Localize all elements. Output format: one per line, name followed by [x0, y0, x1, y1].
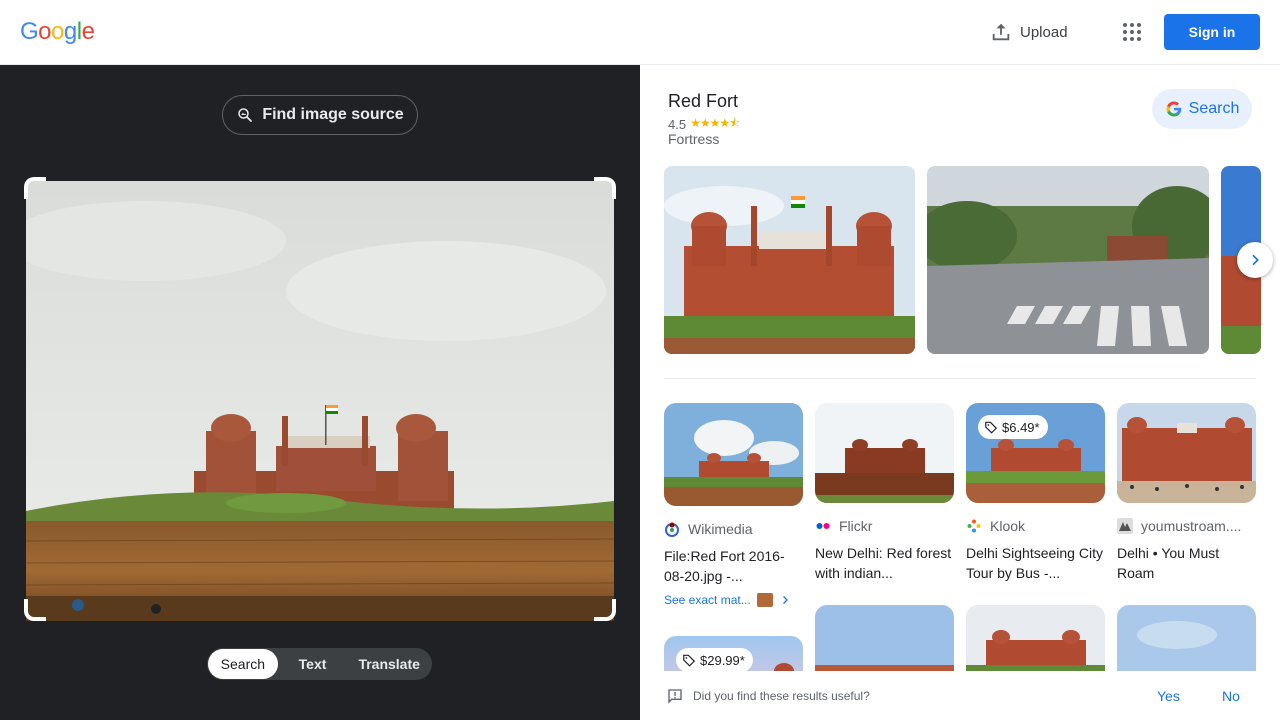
- entity-title[interactable]: Red Fort: [668, 91, 738, 112]
- crop-handle-bottom-right[interactable]: [594, 599, 616, 621]
- exact-match-thumbnail: [756, 593, 773, 607]
- result-thumbnail: $6.49*: [966, 403, 1105, 503]
- logo-letter: e: [81, 18, 95, 45]
- visual-match-card[interactable]: [815, 605, 954, 671]
- visual-match-card[interactable]: Wikimedia File:Red Fort 2016-08-20.jpg -…: [664, 403, 803, 607]
- visual-match-card[interactable]: [1117, 605, 1256, 671]
- result-thumbnail: [1117, 403, 1256, 503]
- result-thumbnail: [1117, 605, 1256, 671]
- result-title[interactable]: Delhi • You Must Roam: [1117, 543, 1256, 583]
- feedback-yes-button[interactable]: Yes: [1157, 688, 1180, 704]
- site-favicon-icon: [1117, 518, 1133, 534]
- result-thumbnail: [815, 605, 954, 671]
- result-title[interactable]: New Delhi: Red forest with indian...: [815, 543, 954, 583]
- result-thumbnail: [664, 403, 803, 506]
- price-value: $6.49*: [1002, 419, 1040, 435]
- result-source: Klook: [966, 517, 1105, 535]
- tab-translate[interactable]: Translate: [347, 649, 431, 679]
- result-thumbnail: $29.99*: [664, 636, 803, 671]
- logo-letter: o: [51, 18, 64, 45]
- result-thumbnail: [966, 605, 1105, 671]
- entity-search-label: Search: [1188, 100, 1240, 117]
- see-exact-matches-link[interactable]: See exact mat...: [664, 593, 803, 607]
- divider: [664, 378, 1256, 379]
- crop-handle-top-right[interactable]: [594, 177, 616, 199]
- result-source: Wikimedia: [664, 520, 803, 538]
- price-badge: $29.99*: [676, 648, 753, 671]
- logo-letter: o: [38, 18, 52, 45]
- result-source-name: youmustroam....: [1141, 518, 1242, 534]
- upload-button[interactable]: Upload: [990, 18, 1068, 46]
- feedback-no-button[interactable]: No: [1222, 688, 1240, 704]
- product-card[interactable]: $29.99*: [664, 636, 803, 671]
- price-tag-icon: [683, 654, 696, 667]
- result-source: Flickr: [815, 517, 954, 535]
- price-badge: $6.49*: [978, 415, 1048, 439]
- entity-image[interactable]: [664, 166, 915, 354]
- entity-type: Fortress: [668, 131, 720, 147]
- entity-image[interactable]: [927, 166, 1209, 354]
- lens-mode-tabs: Search Text Translate: [207, 648, 432, 680]
- entity-search-button[interactable]: Search: [1152, 89, 1252, 129]
- feedback-question: Did you find these results useful?: [693, 689, 870, 703]
- result-source-name: Flickr: [839, 518, 873, 534]
- upload-icon: [992, 23, 1010, 41]
- result-thumbnail: [815, 403, 954, 503]
- price-value: $29.99*: [700, 652, 745, 668]
- feedback-bar: Did you find these results useful? Yes N…: [640, 671, 1280, 720]
- chevron-right-icon[interactable]: [1237, 242, 1273, 278]
- tab-text[interactable]: Text: [278, 649, 348, 679]
- product-card[interactable]: $6.49* Klook Delhi Sightseeing City Tour…: [966, 403, 1105, 583]
- crop-handle-top-left[interactable]: [24, 177, 46, 199]
- visual-match-card[interactable]: youmustroam.... Delhi • You Must Roam: [1117, 403, 1256, 583]
- chevron-right-icon: [782, 596, 788, 604]
- logo-letter: G: [20, 18, 39, 45]
- crop-handle-bottom-left[interactable]: [24, 599, 46, 621]
- query-image-panel: Find image source Search Text Translate: [0, 65, 640, 720]
- result-title[interactable]: Delhi Sightseeing City Tour by Bus -...: [966, 543, 1105, 583]
- see-exact-matches-label: See exact mat...: [664, 593, 751, 607]
- result-source-name: Wikimedia: [688, 521, 753, 537]
- sign-in-button[interactable]: Sign in: [1164, 14, 1260, 50]
- apps-grid-icon[interactable]: [1120, 20, 1144, 44]
- find-image-source-label: Find image source: [262, 106, 404, 123]
- image-search-icon: [238, 108, 253, 122]
- rating-value: 4.5: [668, 117, 687, 132]
- results-panel: Red Fort 4.5 ★★★★⯪ Fortress Search Wikim…: [640, 65, 1280, 671]
- crop-selection[interactable]: [24, 177, 616, 621]
- upload-label: Upload: [1020, 23, 1068, 41]
- result-source: youmustroam....: [1117, 517, 1256, 535]
- google-logo[interactable]: Google: [20, 18, 95, 46]
- flickr-icon: [815, 518, 831, 534]
- tab-search[interactable]: Search: [208, 649, 278, 679]
- wikimedia-icon: [664, 521, 680, 537]
- feedback-icon: [668, 689, 682, 704]
- klook-icon: [966, 518, 982, 534]
- query-photo: [26, 181, 614, 621]
- find-image-source-button[interactable]: Find image source: [222, 95, 418, 135]
- result-source-name: Klook: [990, 518, 1026, 534]
- logo-letter: g: [63, 18, 77, 45]
- top-header: Google Upload Sign in: [0, 0, 1280, 65]
- visual-match-card[interactable]: Flickr New Delhi: Red forest with indian…: [815, 403, 954, 583]
- price-tag-icon: [985, 421, 998, 434]
- visual-match-card[interactable]: [966, 605, 1105, 671]
- google-g-icon: [1166, 101, 1181, 117]
- result-title[interactable]: File:Red Fort 2016-08-20.jpg -...: [664, 546, 803, 586]
